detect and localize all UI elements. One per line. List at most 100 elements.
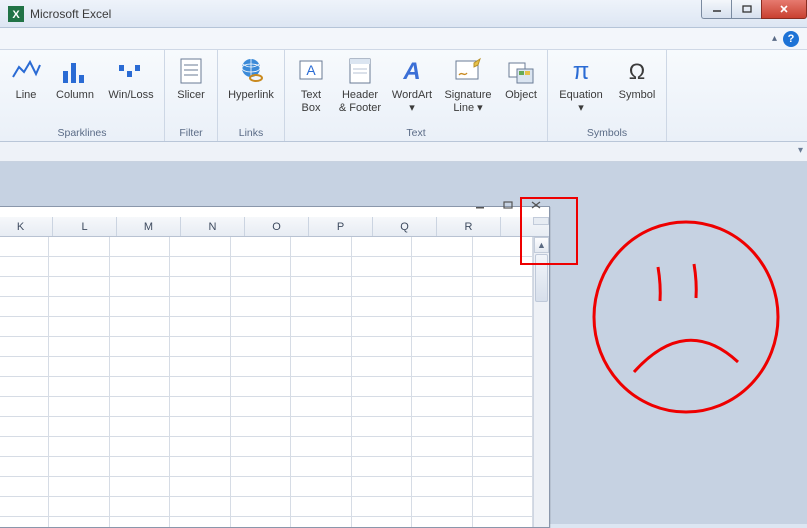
maximize-button[interactable] — [731, 0, 761, 19]
text-box-button[interactable]: A Text Box — [289, 53, 333, 125]
col-header[interactable]: N — [181, 217, 245, 236]
scroll-thumb[interactable] — [535, 254, 548, 302]
expand-formula-bar-icon[interactable]: ▾ — [798, 145, 803, 156]
close-button[interactable] — [761, 0, 807, 19]
cell[interactable] — [473, 437, 533, 457]
cell[interactable] — [412, 357, 472, 377]
cell[interactable] — [473, 377, 533, 397]
cell[interactable] — [0, 257, 49, 277]
cell[interactable] — [170, 437, 230, 457]
split-handle[interactable] — [533, 217, 549, 225]
workbook-close-button[interactable] — [529, 199, 543, 211]
cell[interactable] — [412, 457, 472, 477]
cell[interactable] — [412, 397, 472, 417]
cell[interactable] — [110, 417, 170, 437]
cell[interactable] — [49, 297, 109, 317]
cell[interactable] — [352, 477, 412, 497]
cell[interactable] — [412, 437, 472, 457]
col-header[interactable]: P — [309, 217, 373, 236]
cell[interactable] — [412, 497, 472, 517]
cell[interactable] — [0, 297, 49, 317]
cell[interactable] — [473, 317, 533, 337]
cell[interactable] — [231, 277, 291, 297]
signature-line-button[interactable]: Signature Line ▾ — [439, 53, 497, 125]
cell[interactable] — [473, 257, 533, 277]
cell[interactable] — [170, 237, 230, 257]
cell[interactable] — [352, 277, 412, 297]
cell[interactable] — [170, 317, 230, 337]
cell[interactable] — [231, 417, 291, 437]
cell[interactable] — [170, 337, 230, 357]
cell[interactable] — [352, 337, 412, 357]
cell[interactable] — [473, 497, 533, 517]
workbook-maximize-button[interactable] — [501, 199, 515, 211]
cell[interactable] — [231, 517, 291, 527]
cell[interactable] — [110, 497, 170, 517]
cell[interactable] — [291, 237, 351, 257]
cell[interactable] — [412, 297, 472, 317]
ribbon-collapse-icon[interactable]: ▴ — [772, 33, 777, 44]
cell[interactable] — [291, 517, 351, 527]
cell[interactable] — [231, 237, 291, 257]
cell[interactable] — [412, 417, 472, 437]
cell[interactable] — [352, 497, 412, 517]
help-icon[interactable]: ? — [783, 31, 799, 47]
cell[interactable] — [110, 457, 170, 477]
sparkline-line-button[interactable]: Line — [4, 53, 48, 125]
cell[interactable] — [412, 257, 472, 277]
cell[interactable] — [110, 297, 170, 317]
cell[interactable] — [110, 277, 170, 297]
cell[interactable] — [231, 317, 291, 337]
cell[interactable] — [473, 397, 533, 417]
hyperlink-button[interactable]: Hyperlink — [222, 53, 280, 125]
cell[interactable] — [231, 397, 291, 417]
minimize-button[interactable] — [701, 0, 731, 19]
cell[interactable] — [291, 437, 351, 457]
cell[interactable] — [49, 417, 109, 437]
workbook-minimize-button[interactable] — [473, 199, 487, 211]
cell[interactable] — [231, 477, 291, 497]
cell[interactable] — [291, 377, 351, 397]
cell[interactable] — [49, 377, 109, 397]
cell[interactable] — [110, 517, 170, 527]
symbol-button[interactable]: Ω Symbol — [612, 53, 662, 125]
cell[interactable] — [352, 417, 412, 437]
cell[interactable] — [352, 457, 412, 477]
cell[interactable] — [0, 377, 49, 397]
cell[interactable] — [352, 437, 412, 457]
cell[interactable] — [291, 357, 351, 377]
cell[interactable] — [412, 277, 472, 297]
object-button[interactable]: Object — [499, 53, 543, 125]
cell-grid[interactable] — [0, 237, 533, 527]
cell[interactable] — [0, 277, 49, 297]
cell[interactable] — [473, 517, 533, 527]
cell[interactable] — [0, 517, 49, 527]
cell[interactable] — [473, 237, 533, 257]
cell[interactable] — [0, 477, 49, 497]
cell[interactable] — [291, 277, 351, 297]
col-header[interactable]: M — [117, 217, 181, 236]
wordart-button[interactable]: A WordArt ▾ — [387, 53, 437, 125]
cell[interactable] — [170, 517, 230, 527]
cell[interactable] — [352, 357, 412, 377]
cell[interactable] — [352, 297, 412, 317]
cell[interactable] — [110, 377, 170, 397]
cell[interactable] — [291, 417, 351, 437]
cell[interactable] — [352, 317, 412, 337]
cell[interactable] — [291, 477, 351, 497]
cell[interactable] — [412, 477, 472, 497]
cell[interactable] — [0, 357, 49, 377]
sparkline-winloss-button[interactable]: Win/Loss — [102, 53, 160, 125]
cell[interactable] — [412, 517, 472, 527]
cell[interactable] — [231, 257, 291, 277]
cell[interactable] — [473, 337, 533, 357]
cell[interactable] — [352, 517, 412, 527]
cell[interactable] — [291, 257, 351, 277]
cell[interactable] — [412, 377, 472, 397]
cell[interactable] — [412, 337, 472, 357]
cell[interactable] — [49, 277, 109, 297]
cell[interactable] — [412, 237, 472, 257]
equation-button[interactable]: π Equation ▾ — [552, 53, 610, 125]
cell[interactable] — [170, 377, 230, 397]
cell[interactable] — [473, 457, 533, 477]
